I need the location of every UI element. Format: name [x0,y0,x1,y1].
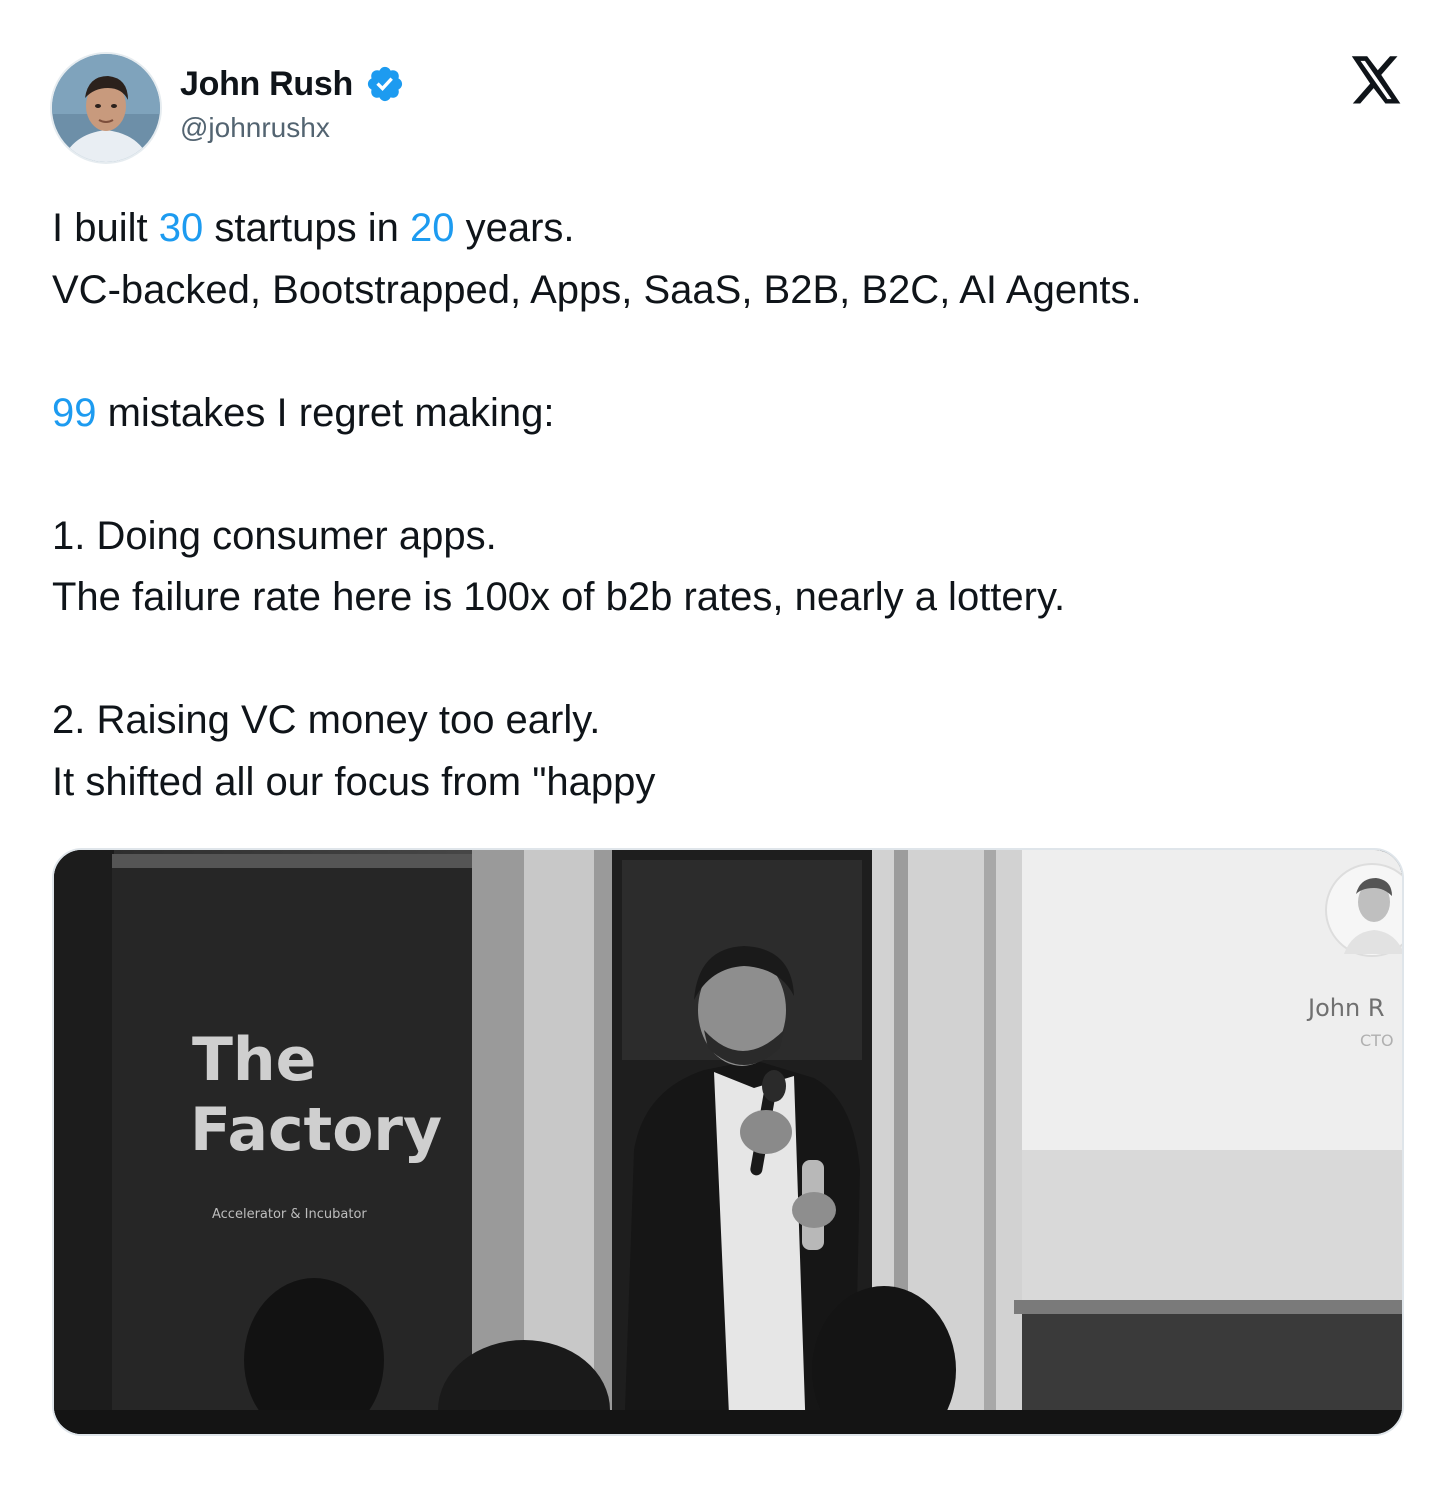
stage-photo: The Factory Accelerator & Incubator John… [54,850,1402,1434]
banner-title-line1: The [192,1025,316,1095]
tweet-line-1: I built 30 startups in 20 years. [52,206,575,250]
tweet-line-7: The failure rate here is 100x of b2b rat… [52,575,1066,619]
tweet-line-6: 1. Doing consumer apps. [52,513,497,558]
banner-title-line2: Factory [190,1095,442,1165]
tweet-line-2: VC-backed, Bootstrapped, Apps, SaaS, B2B… [52,267,1142,312]
tweet-line-9: 2. Raising VC money too early. [52,698,601,742]
number-highlight: 20 [409,206,455,250]
tweet-line-4: 99 mistakes I regret making: [52,390,555,435]
author-display-name[interactable]: John Rush [180,65,353,104]
number-highlight: 30 [158,206,204,250]
author-avatar[interactable] [52,54,160,162]
screen-role: CTO [1360,1031,1394,1050]
banner-subtitle: Accelerator & Incubator [212,1207,367,1222]
x-logo-icon[interactable] [1349,56,1403,106]
avatar-photo [52,54,160,162]
author-name-row: John Rush [180,64,405,104]
tweet-line-10: It shifted all our focus from "happy [52,759,656,804]
tweet-text: I built 30 startups in 20 years. VC-back… [52,198,1412,813]
tweet-media-photo[interactable]: The Factory Accelerator & Incubator John… [52,848,1404,1436]
number-highlight: 99 [52,390,97,435]
author-handle[interactable]: @johnrushx [180,112,330,144]
screen-name: John R [1306,994,1385,1022]
verified-badge-icon [367,66,403,102]
